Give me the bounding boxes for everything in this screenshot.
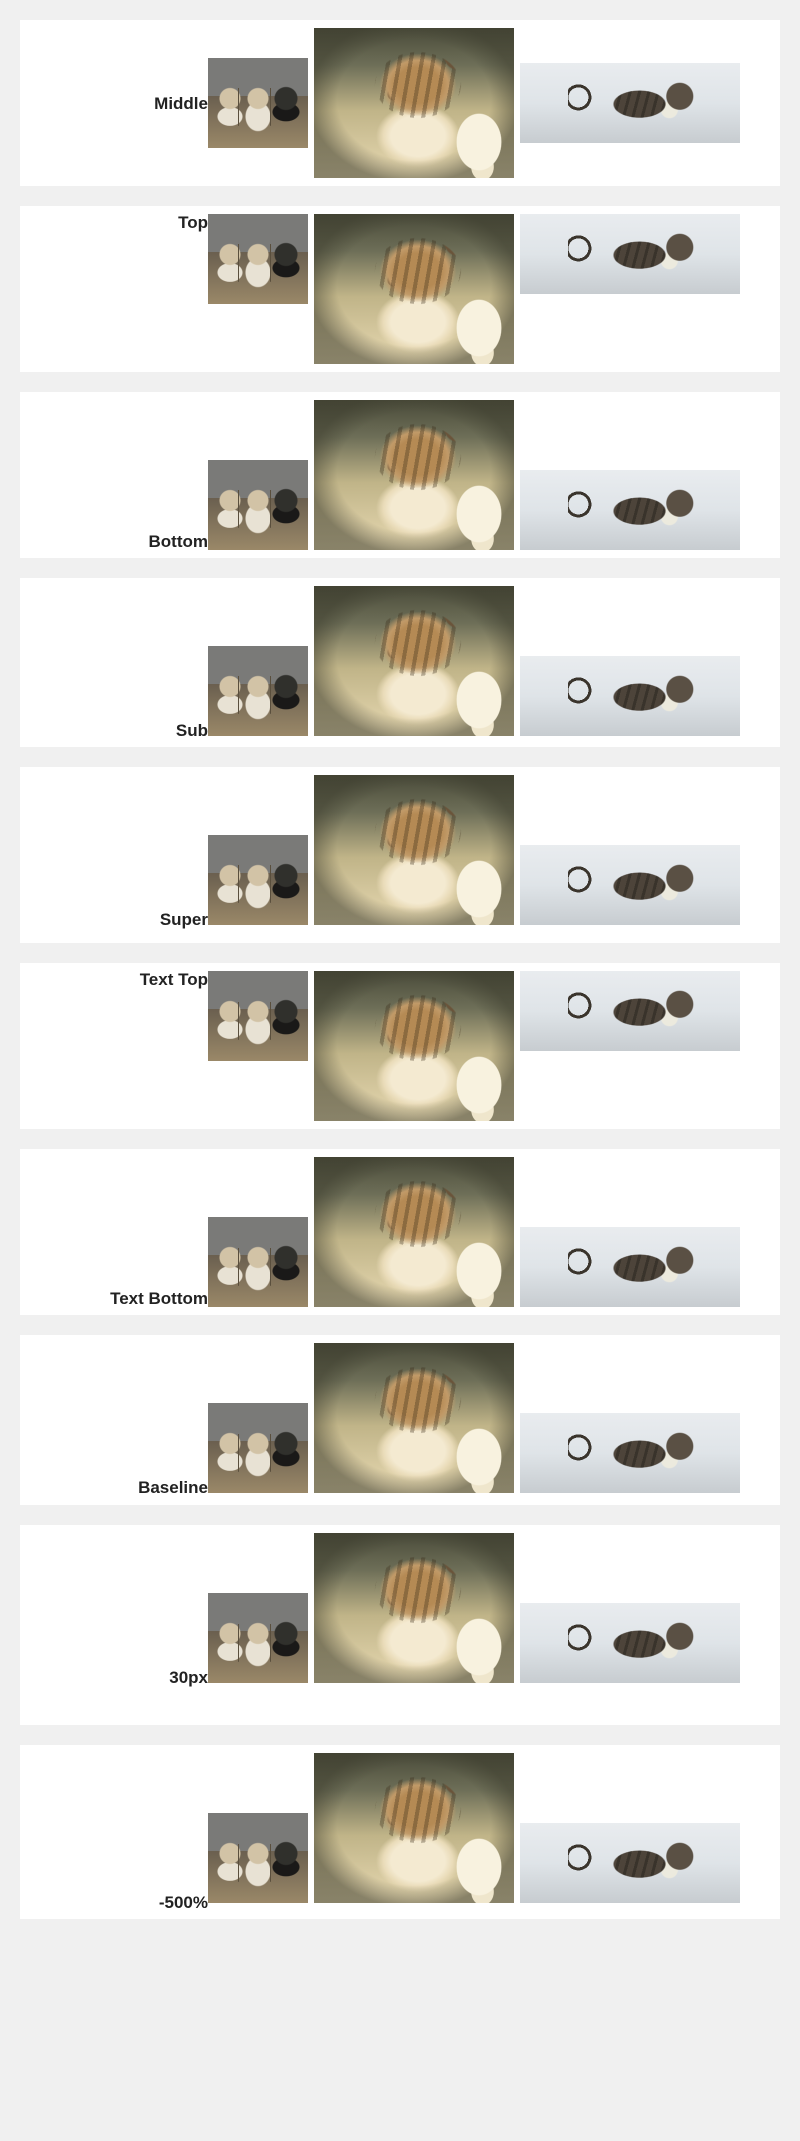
cat-in-snow-image	[520, 214, 740, 294]
kittens-trio-image	[208, 1217, 308, 1307]
cat-in-snow-image	[520, 656, 740, 736]
kitten-closeup-image	[314, 214, 514, 364]
example-card-neg500pct: -500%	[20, 1745, 780, 1919]
kittens-trio-image	[208, 1593, 308, 1683]
example-card-text-bottom: Text Bottom	[20, 1149, 780, 1315]
kittens-trio-image	[208, 971, 308, 1061]
kitten-closeup-image	[314, 971, 514, 1121]
cat-in-snow-image	[520, 1823, 740, 1903]
kitten-closeup-image	[314, 1157, 514, 1307]
kittens-trio-image	[208, 214, 308, 304]
example-card-sub: Sub	[20, 578, 780, 747]
example-card-baseline: Baseline	[20, 1335, 780, 1505]
example-card-text-top: Text Top	[20, 963, 780, 1129]
vertical-align-demo-list: Middle Top Bottom Sub Super Text Top Text Bott…	[20, 20, 780, 1919]
example-label: Top	[28, 214, 208, 231]
example-label: Sub	[28, 722, 208, 739]
example-label: Text Bottom	[28, 1290, 208, 1307]
kittens-trio-image	[208, 1813, 308, 1903]
example-label: Baseline	[28, 1479, 208, 1496]
kittens-trio-image	[208, 835, 308, 925]
kitten-closeup-image	[314, 1343, 514, 1493]
example-card-super: Super	[20, 767, 780, 943]
cat-in-snow-image	[520, 1413, 740, 1493]
kitten-closeup-image	[314, 400, 514, 550]
kitten-closeup-image	[314, 775, 514, 925]
example-label: Text Top	[28, 971, 208, 988]
example-label: 30px	[28, 1669, 208, 1686]
example-card-top: Top	[20, 206, 780, 372]
cat-in-snow-image	[520, 971, 740, 1051]
cat-in-snow-image	[520, 1227, 740, 1307]
example-card-middle: Middle	[20, 20, 780, 186]
kittens-trio-image	[208, 58, 308, 148]
example-label: Bottom	[28, 533, 208, 550]
example-card-bottom: Bottom	[20, 392, 780, 558]
cat-in-snow-image	[520, 845, 740, 925]
kittens-trio-image	[208, 1403, 308, 1493]
kittens-trio-image	[208, 460, 308, 550]
cat-in-snow-image	[520, 63, 740, 143]
kitten-closeup-image	[314, 28, 514, 178]
example-label: Middle	[28, 95, 208, 112]
kitten-closeup-image	[314, 1533, 514, 1683]
example-label: -500%	[28, 1894, 208, 1911]
kitten-closeup-image	[314, 1753, 514, 1903]
cat-in-snow-image	[520, 470, 740, 550]
kittens-trio-image	[208, 646, 308, 736]
example-card-30px: 30px	[20, 1525, 780, 1725]
cat-in-snow-image	[520, 1603, 740, 1683]
example-label: Super	[28, 911, 208, 928]
kitten-closeup-image	[314, 586, 514, 736]
